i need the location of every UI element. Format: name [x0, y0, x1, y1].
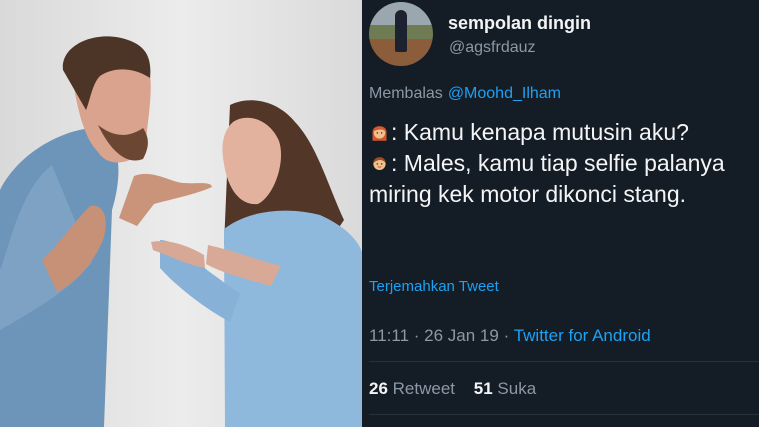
dialogue-line-1-text: : Kamu kenapa mutusin aku?: [391, 119, 689, 145]
meta-separator-2: ·: [503, 326, 510, 345]
tweet-meta: 11:11 · 26 Jan 19 · Twitter for Android: [369, 326, 651, 346]
reply-mention-link[interactable]: @Moohd_Ilham: [448, 85, 561, 102]
couple-illustration: [0, 36, 362, 427]
retweet-count[interactable]: 26: [369, 379, 388, 398]
tweet-date[interactable]: 26 Jan 19: [424, 326, 499, 345]
dialogue-line-2: : Males, kamu tiap selfie palanya miring…: [369, 148, 757, 210]
stats-divider-top: [369, 361, 759, 362]
tweet-time[interactable]: 11:11: [369, 326, 409, 345]
couple-photo: [0, 0, 362, 427]
tweet-card: sempolan dingin @agsfrdauz Membalas @Mooh…: [362, 0, 759, 427]
woman-emoji-icon: [372, 126, 387, 141]
tweet-text: : Kamu kenapa mutusin aku? : Males, kamu…: [369, 117, 757, 210]
retweet-label[interactable]: Retweet: [393, 379, 455, 398]
display-name[interactable]: sempolan dingin: [448, 13, 591, 34]
tweet-stats: 26 Retweet 51 Suka: [369, 379, 536, 399]
man-emoji-icon: [373, 157, 386, 170]
meta-separator-1: ·: [413, 326, 420, 345]
like-label[interactable]: Suka: [497, 379, 536, 398]
client-link[interactable]: Twitter for Android: [514, 326, 651, 345]
reply-prefix: Membalas: [369, 85, 443, 102]
translate-tweet-link[interactable]: Terjemahkan Tweet: [369, 278, 499, 295]
like-count[interactable]: 51: [474, 379, 493, 398]
reply-context: Membalas @Moohd_Ilham: [369, 85, 561, 103]
dialogue-line-2-text: : Males, kamu tiap selfie palanya miring…: [369, 150, 725, 207]
user-handle[interactable]: @agsfrdauz: [449, 39, 536, 57]
stats-divider-bottom: [369, 414, 759, 415]
avatar-person-icon: [395, 10, 407, 52]
avatar[interactable]: [369, 2, 433, 66]
dialogue-line-1: : Kamu kenapa mutusin aku?: [369, 117, 757, 148]
